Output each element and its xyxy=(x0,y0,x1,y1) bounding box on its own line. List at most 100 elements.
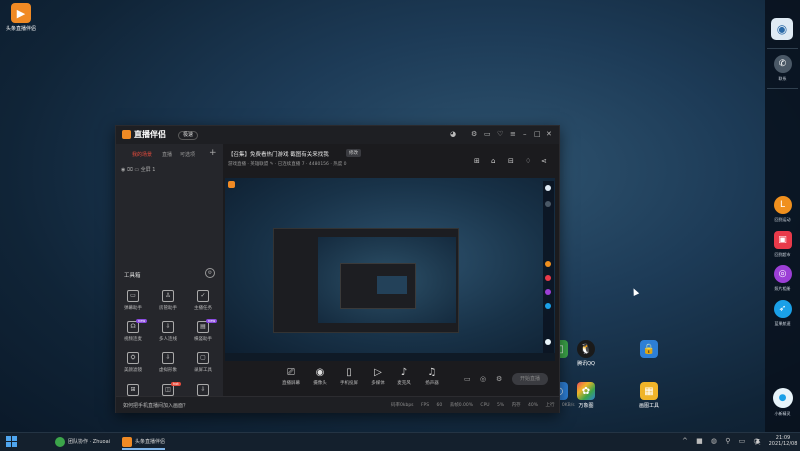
tool-label: 视频连麦 xyxy=(124,337,142,342)
tool-orientation[interactable]: new ▤ 横竖助手 xyxy=(188,319,218,342)
scene-item[interactable]: ◉ ⌧ ▭ 全屏 1 xyxy=(121,166,155,173)
minimize-icon[interactable]: – xyxy=(523,130,527,138)
dock-divider xyxy=(767,88,798,89)
phone-icon: ▯ xyxy=(346,367,352,378)
phone-cast-button[interactable]: ▯ 手机投屏 xyxy=(336,367,362,386)
clock[interactable]: 21:09 2021/12/08 xyxy=(768,435,798,447)
nested-preview-area-2 xyxy=(377,276,407,294)
tool-extra-2[interactable]: hot ◫ xyxy=(153,382,183,396)
lock-icon: 🔒 xyxy=(640,340,658,358)
share-icon[interactable]: ⋖ xyxy=(541,157,547,165)
lock-icon[interactable]: ⌂ xyxy=(491,157,495,165)
dock-item-label: 蓝果航速 xyxy=(774,321,791,326)
tool-room-admin[interactable]: ♙ 房管助手 xyxy=(153,290,183,311)
windows-start-icon[interactable] xyxy=(6,436,17,447)
stream-info: 游戏直播 · 英雄联盟 ✎ · 已连续直播 7 · 4480156 · 热度 0 xyxy=(228,162,347,167)
screen-capture-button[interactable]: ⎚ 直播屏幕 xyxy=(278,367,304,386)
tab-my-scenes[interactable]: 我的场景 xyxy=(132,151,152,158)
filter-icon: ⛭ xyxy=(127,352,139,364)
qq-penguin-icon: 🐧 xyxy=(577,340,595,358)
dock-item-sport[interactable]: L 回到运动 xyxy=(765,196,800,223)
start-live-button[interactable]: 开始直播 xyxy=(512,373,548,385)
tool-multi-link[interactable]: ⇩ 多人连线 xyxy=(153,321,183,342)
tool-extra-3[interactable]: ⇩ xyxy=(188,384,218,396)
grid-icon: ⊞ xyxy=(127,384,139,396)
desktop-shortcut[interactable]: ▦ 画图工具 xyxy=(635,382,663,409)
dock-item-label: 回到超市 xyxy=(774,252,791,257)
new-badge: new xyxy=(206,319,218,323)
new-badge: new xyxy=(136,319,148,323)
tab-live[interactable]: 直播 xyxy=(162,151,172,158)
tool-video-link[interactable]: new ☊ 视频连麦 xyxy=(118,319,148,342)
tab-options[interactable]: 可选项 xyxy=(180,151,195,158)
download-icon: ⇩ xyxy=(162,352,174,364)
message-icon[interactable]: ▭ xyxy=(484,130,491,138)
add-scene-button[interactable]: + xyxy=(209,148,217,158)
download-icon: ⇩ xyxy=(197,384,209,396)
colorful-app-icon: ✿ xyxy=(577,382,595,400)
maximize-icon[interactable]: □ xyxy=(534,130,541,138)
shopping-bag-icon: ▣ xyxy=(773,231,792,249)
menu-icon[interactable]: ≡ xyxy=(510,130,516,138)
taskbar-app-live[interactable]: 头条直播伴侣 xyxy=(122,435,166,450)
dock-item-shop[interactable]: ▣ 回到超市 xyxy=(765,231,800,258)
help-link[interactable]: 如何把手机直播间加入画面？ xyxy=(123,402,188,409)
toolbox-title: 工具箱 xyxy=(124,273,141,279)
gift-icon[interactable]: ♡ xyxy=(497,130,503,138)
edit-title-button[interactable]: 修改 xyxy=(346,149,361,157)
lock-icon[interactable]: ⌧ xyxy=(127,167,133,173)
bell-icon[interactable]: ♢ xyxy=(525,157,531,165)
microphone-button[interactable]: ♪ 麦克风 xyxy=(391,367,417,386)
version-badge[interactable]: 极速 xyxy=(178,131,199,140)
settings-icon[interactable]: ⚙ xyxy=(471,130,477,138)
tool-label: 横竖助手 xyxy=(194,337,212,342)
desktop-shortcut[interactable]: 🔒 xyxy=(635,340,663,358)
taskbar: 团队协作 · Zhuoai 头条直播伴侣 ^ ■ ◍ ⚲ ▭ ◑ 英 21:09… xyxy=(0,432,800,451)
title-bar[interactable]: 直播伴侣 极速 ◕ ⚙ ▭ ♡ ≡ – □ ✕ xyxy=(116,126,559,144)
tool-avatar[interactable]: ⇩ 虚拟形象 xyxy=(153,352,183,373)
danmaku-icon: ▭ xyxy=(127,290,139,302)
tool-tasks[interactable]: ✓ 主播任务 xyxy=(188,290,218,311)
tool-beauty[interactable]: ⛭ 美颜滤镜 xyxy=(118,352,148,373)
avatar-icon[interactable]: ◕ xyxy=(450,130,456,138)
speaker-button[interactable]: ♫ 扬声器 xyxy=(419,367,445,386)
app-logo-icon xyxy=(122,130,131,139)
bottom-tool-label: 手机投屏 xyxy=(340,381,358,386)
paint-app-icon: ▦ xyxy=(640,382,658,400)
close-icon[interactable]: ✕ xyxy=(546,130,552,138)
tool-recorder[interactable]: ▢ 录屏工具 xyxy=(188,352,218,373)
screen-icon: ⎚ xyxy=(287,367,295,378)
input-language[interactable]: 英 xyxy=(755,438,761,446)
preview-dock-dot xyxy=(545,261,551,267)
media-button[interactable]: ▷ 多媒体 xyxy=(365,367,391,386)
camera-icon: ◉ xyxy=(315,367,325,378)
taskbar-app-label: 团队协作 · Zhuoai xyxy=(68,439,111,445)
layout-icon[interactable]: ⊞ xyxy=(474,157,480,165)
toolbox-settings-icon[interactable]: ⚙ xyxy=(205,268,215,278)
preview-dock-dot xyxy=(545,201,551,207)
record-icon[interactable]: ▭ xyxy=(464,375,471,383)
settings-icon[interactable]: ⚙ xyxy=(496,375,502,383)
tool-label: 录屏工具 xyxy=(194,368,212,373)
tool-extra-1[interactable]: ⊞ xyxy=(118,384,148,396)
dock-item-feather[interactable]: ➶ 蓝果航速 xyxy=(765,300,800,327)
camera-button[interactable]: ◉ 摄像头 xyxy=(307,367,333,386)
tool-label: 弹幕助手 xyxy=(124,306,142,311)
live-preview[interactable] xyxy=(225,178,555,361)
dock-item-assistant[interactable]: ● 小新精灵 xyxy=(765,388,800,417)
grid-icon[interactable]: ⊟ xyxy=(508,157,514,165)
tool-label: 美颜滤镜 xyxy=(124,368,142,373)
system-tray[interactable]: ^ ■ ◍ ⚲ ▭ ◑ xyxy=(682,437,763,445)
eye-icon[interactable]: ◉ xyxy=(121,167,125,173)
taskbar-app-team[interactable]: 团队协作 · Zhuoai xyxy=(55,435,110,448)
dock-item-gallery[interactable]: ◎ 照片相册 xyxy=(765,265,800,292)
desktop-app-shortcut[interactable]: ▶ 头条直播伴侣 xyxy=(4,3,38,37)
dock-item-contact[interactable]: ✆ 联系 xyxy=(765,55,800,82)
dock-home-icon[interactable]: ◉ xyxy=(771,18,793,40)
desktop-shortcut[interactable]: 🐧 腾讯QQ xyxy=(572,340,600,367)
tool-label: 房管助手 xyxy=(159,306,177,311)
dock-item-label: 回到运动 xyxy=(774,217,791,222)
desktop-shortcut[interactable]: ✿ 万象图 xyxy=(572,382,600,409)
tool-danmaku[interactable]: ▭ 弹幕助手 xyxy=(118,290,148,311)
mode-icon[interactable]: ◎ xyxy=(480,375,486,383)
